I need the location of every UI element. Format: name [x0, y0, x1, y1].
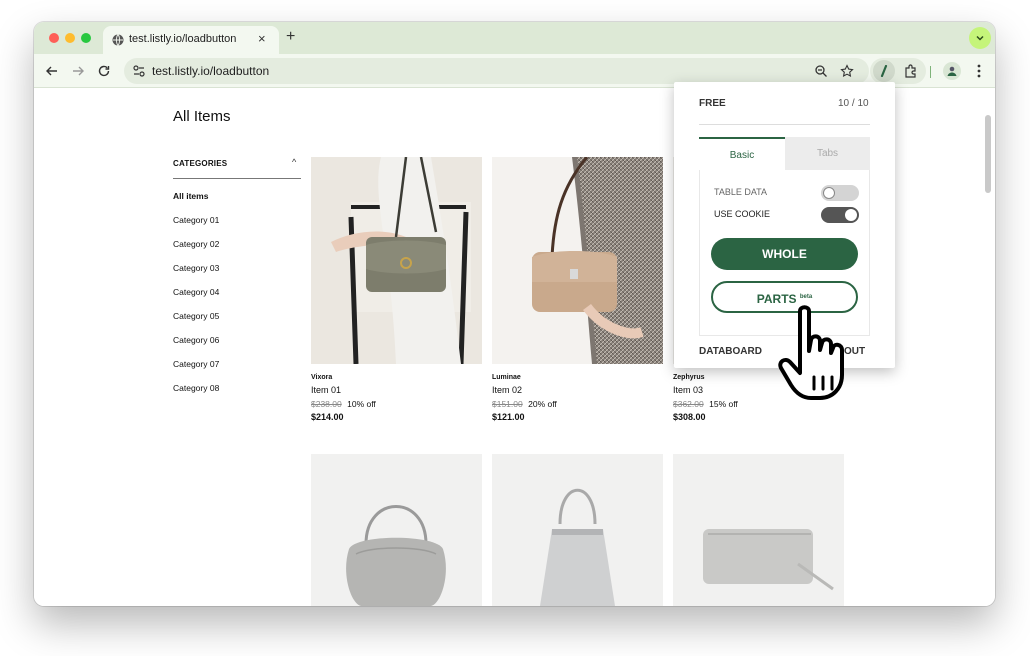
address-bar[interactable]: test.listly.io/loadbutton [124, 58, 869, 84]
product-image[interactable] [673, 454, 844, 606]
product-image[interactable] [311, 454, 482, 606]
chevron-down-icon [976, 35, 984, 41]
product-name[interactable]: Item 02 [492, 385, 663, 395]
site-settings-icon[interactable] [132, 64, 146, 78]
window-minimize-button[interactable] [65, 33, 75, 43]
use-cookie-label: USE COOKIE [714, 209, 771, 219]
toggle-knob [845, 209, 857, 221]
usage-count: 10 / 10 [838, 98, 869, 109]
tab-close-icon[interactable]: × [258, 31, 266, 46]
toggle-knob [823, 187, 835, 199]
product-card[interactable]: Luminae Item 02 $151.00 20% off $121.00 [492, 157, 663, 422]
more-menu-icon[interactable] [972, 63, 986, 79]
page-title: All Items [173, 108, 231, 125]
categories-heading[interactable]: CATEGORIES [173, 159, 227, 168]
url-text[interactable]: test.listly.io/loadbutton [152, 64, 269, 78]
category-item[interactable]: Category 01 [173, 215, 219, 225]
product-old-price: $151.00 [492, 399, 523, 409]
product-card[interactable] [673, 454, 844, 606]
popup-divider [699, 124, 870, 125]
product-card[interactable] [311, 454, 482, 606]
category-item[interactable]: Category 05 [173, 311, 219, 321]
product-card[interactable] [492, 454, 663, 606]
product-price-row: $238.00 10% off [311, 399, 482, 409]
product-name[interactable]: Item 01 [311, 385, 482, 395]
product-image[interactable] [311, 157, 482, 364]
product-price: $308.00 [673, 412, 706, 422]
table-data-label: TABLE DATA [714, 187, 768, 197]
product-price-row: $151.00 20% off [492, 399, 663, 409]
tab-title: test.listly.io/loadbutton [129, 33, 237, 45]
bag-photo-illustration [346, 505, 446, 606]
extensions-group [870, 58, 926, 84]
product-brand: Vixora [311, 374, 333, 381]
product-old-price: $238.00 [311, 399, 342, 409]
bookmark-star-icon[interactable] [840, 64, 854, 78]
category-item[interactable]: Category 08 [173, 383, 219, 393]
listly-extension-button[interactable] [873, 60, 895, 82]
toolbar-divider [930, 66, 931, 78]
tab-search-button[interactable] [969, 27, 991, 49]
product-image[interactable] [492, 157, 663, 364]
category-item[interactable]: Category 02 [173, 239, 219, 249]
tab-strip: test.listly.io/loadbutton × + [34, 22, 995, 54]
product-price: $214.00 [311, 412, 344, 422]
databoard-link[interactable]: DATABOARD [699, 346, 762, 357]
page-scrollbar[interactable] [985, 115, 991, 193]
zoom-icon[interactable] [814, 64, 828, 78]
chevron-up-icon[interactable]: ^ [292, 157, 296, 167]
back-arrow-icon[interactable] [44, 63, 60, 79]
product-old-price: $362.00 [673, 399, 704, 409]
product-discount: 15% off [709, 399, 738, 409]
plan-label: FREE [699, 98, 726, 109]
category-item[interactable]: All items [173, 191, 208, 201]
product-brand: Luminae [492, 374, 521, 381]
listly-logo-icon [880, 65, 888, 77]
new-tab-button[interactable]: + [286, 28, 295, 46]
browser-window: test.listly.io/loadbutton × + test.listl… [34, 22, 995, 606]
product-card[interactable]: Vixora Item 01 $238.00 10% off $214.00 [311, 157, 482, 422]
forward-arrow-icon[interactable] [70, 63, 86, 79]
product-discount: 20% off [528, 399, 557, 409]
bag-photo-illustration [492, 157, 663, 364]
table-data-toggle[interactable] [821, 185, 859, 201]
product-image[interactable] [492, 454, 663, 606]
browser-tab[interactable]: test.listly.io/loadbutton × [103, 26, 279, 54]
reload-icon[interactable] [96, 63, 112, 79]
category-item[interactable]: Category 03 [173, 263, 219, 273]
window-maximize-button[interactable] [81, 33, 91, 43]
bag-photo-illustration [540, 488, 615, 606]
tab-tabs[interactable]: Tabs [785, 137, 870, 170]
bag-photo-illustration [311, 157, 482, 364]
whole-button[interactable]: WHOLE [711, 238, 858, 270]
tab-basic[interactable]: Basic [699, 137, 785, 170]
product-price: $121.00 [492, 412, 525, 422]
category-item[interactable]: Category 04 [173, 287, 219, 297]
parts-button-label: PARTS [756, 292, 797, 306]
profile-avatar-icon[interactable] [943, 62, 961, 80]
bag-photo-illustration [703, 529, 834, 591]
product-discount: 10% off [347, 399, 376, 409]
beta-badge: beta [799, 294, 813, 300]
category-item[interactable]: Category 07 [173, 359, 219, 369]
window-close-button[interactable] [49, 33, 59, 43]
categories-divider [173, 178, 301, 179]
category-item[interactable]: Category 06 [173, 335, 219, 345]
globe-icon [112, 34, 124, 46]
use-cookie-toggle[interactable] [821, 207, 859, 223]
hand-pointer-icon [778, 305, 844, 400]
puzzle-icon[interactable] [903, 63, 919, 79]
